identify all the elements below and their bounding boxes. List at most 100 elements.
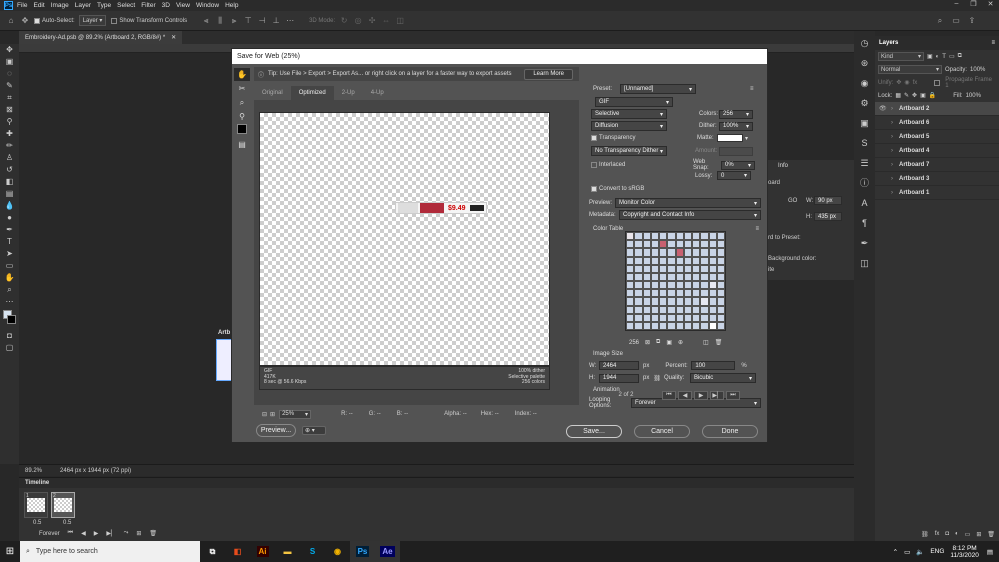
color-swatch[interactable]	[626, 272, 635, 281]
close-window-button[interactable]: ✕	[982, 0, 999, 8]
color-swatch[interactable]	[675, 256, 684, 265]
menu-edit[interactable]: Edit	[33, 2, 44, 9]
preset-dropdown[interactable]: [Unnamed] ▾	[620, 84, 696, 94]
home-icon[interactable]: ⌂	[6, 16, 16, 26]
menu-layer[interactable]: Layer	[75, 2, 91, 9]
play-button[interactable]: ▶	[694, 390, 708, 400]
timeline-frame[interactable]: 2	[51, 492, 75, 518]
lossy-field[interactable]: 0 ▾	[717, 171, 751, 180]
notifications-icon[interactable]: ▤	[987, 548, 993, 556]
color-swatch[interactable]	[634, 248, 643, 257]
align-top-icon[interactable]: ⊤	[243, 16, 253, 26]
color-swatch[interactable]	[667, 305, 676, 314]
color-swatch[interactable]	[667, 264, 676, 273]
color-swatch[interactable]	[716, 232, 725, 241]
zoom-in-icon[interactable]: ⊞	[270, 411, 275, 418]
align-bottom-icon[interactable]: ⊥	[271, 16, 281, 26]
color-swatch[interactable]	[683, 281, 692, 290]
amount-field[interactable]	[719, 146, 753, 156]
matte-dropdown-icon[interactable]: ▾	[745, 135, 748, 142]
color-swatch[interactable]	[659, 272, 668, 281]
cancel-button[interactable]: Cancel	[634, 425, 690, 438]
color-swatch[interactable]	[667, 256, 676, 265]
color-swatch[interactable]	[626, 289, 635, 298]
zoom-tool-icon[interactable]: ⌕	[234, 96, 250, 109]
delete-color-icon[interactable]: 🗑	[715, 339, 723, 346]
new-layer-icon[interactable]: ⊞	[976, 531, 981, 538]
brush-settings-icon[interactable]: ✒	[854, 233, 875, 253]
add-mask-icon[interactable]: ◘	[945, 531, 949, 537]
expand-chevron-icon[interactable]: ›	[891, 176, 899, 182]
color-swatch[interactable]	[700, 232, 709, 241]
crop-tool[interactable]: ⌗	[0, 92, 19, 104]
color-swatch[interactable]	[700, 248, 709, 257]
preview-browser-button[interactable]: Preview...	[256, 424, 296, 437]
menu-help[interactable]: Help	[225, 2, 238, 9]
color-swatch[interactable]	[667, 232, 676, 241]
artboard-thumbnail[interactable]	[216, 339, 232, 381]
color-swatch[interactable]	[650, 305, 659, 314]
after-effects-icon[interactable]: Ae	[375, 541, 400, 562]
frame-delay[interactable]: 0.5	[63, 520, 71, 526]
color-swatch[interactable]	[692, 289, 701, 298]
color-swatch[interactable]	[667, 297, 676, 306]
tab-4-up[interactable]: 4-Up	[363, 86, 392, 100]
artboard-tool[interactable]: ▣	[0, 56, 19, 68]
color-swatch[interactable]	[675, 248, 684, 257]
color-swatch[interactable]	[692, 297, 701, 306]
color-swatch[interactable]	[667, 321, 676, 330]
last-frame-button[interactable]: ⏭	[726, 390, 740, 400]
color-swatch[interactable]	[708, 321, 717, 330]
color-swatch[interactable]	[634, 289, 643, 298]
3d-pan-icon[interactable]: ✣	[367, 16, 377, 26]
color-swatch[interactable]	[659, 297, 668, 306]
color-swatch[interactable]	[683, 256, 692, 265]
color-swatch[interactable]	[683, 321, 692, 330]
lasso-tool[interactable]: ◌	[0, 68, 19, 80]
color-swatch[interactable]	[708, 232, 717, 241]
healing-tool[interactable]: ✚	[0, 128, 19, 140]
color-swatch[interactable]	[642, 281, 651, 290]
color-swatch[interactable]	[692, 305, 701, 314]
first-frame-button[interactable]: ⏮	[662, 390, 676, 400]
color-swatch[interactable]	[667, 313, 676, 322]
color-swatch[interactable]	[650, 248, 659, 257]
next-frame-icon[interactable]: ▶▏	[106, 530, 115, 537]
path-select-tool[interactable]: ➤	[0, 248, 19, 260]
color-swatch[interactable]	[650, 289, 659, 298]
color-swatch[interactable]	[683, 232, 692, 241]
color-swatch[interactable]	[650, 272, 659, 281]
loop-dropdown[interactable]: Forever	[39, 531, 60, 537]
color-swatch[interactable]	[716, 305, 725, 314]
expand-chevron-icon[interactable]: ›	[891, 120, 899, 126]
show-transform-checkbox[interactable]	[111, 17, 118, 24]
srgb-checkbox[interactable]	[591, 186, 597, 192]
move-tool[interactable]: ✥	[0, 44, 19, 56]
eraser-tool[interactable]: ◧	[0, 176, 19, 188]
swatches-icon[interactable]: ◉	[854, 73, 875, 93]
stock-icon[interactable]: S	[854, 133, 875, 153]
color-table-grid[interactable]	[625, 231, 726, 331]
color-swatch[interactable]	[659, 248, 668, 257]
menu-select[interactable]: Select	[117, 2, 135, 9]
minimize-button[interactable]: –	[948, 0, 965, 8]
next-frame-button[interactable]: ▶▏	[710, 390, 724, 400]
eyedropper-color-swatch[interactable]	[234, 124, 250, 137]
color-swatches[interactable]	[0, 308, 19, 330]
color-swatch[interactable]	[642, 240, 651, 249]
color-swatch[interactable]	[692, 272, 701, 281]
color-swatch[interactable]	[675, 289, 684, 298]
new-color-icon[interactable]: ◫	[703, 339, 709, 346]
color-swatch[interactable]	[708, 297, 717, 306]
color-swatch[interactable]	[683, 264, 692, 273]
eyedropper-icon[interactable]: ⚲	[234, 110, 250, 123]
menu-type[interactable]: Type	[97, 2, 111, 9]
layer-row[interactable]: › Artboard 4	[875, 144, 999, 158]
blur-tool[interactable]: 💧	[0, 200, 19, 212]
color-swatch[interactable]	[642, 256, 651, 265]
color-swatch[interactable]	[634, 313, 643, 322]
color-swatch[interactable]	[683, 240, 692, 249]
color-swatch[interactable]	[675, 281, 684, 290]
play-icon[interactable]: ▶	[94, 530, 99, 537]
dialog-title-bar[interactable]: Save for Web (25%)	[232, 49, 767, 64]
